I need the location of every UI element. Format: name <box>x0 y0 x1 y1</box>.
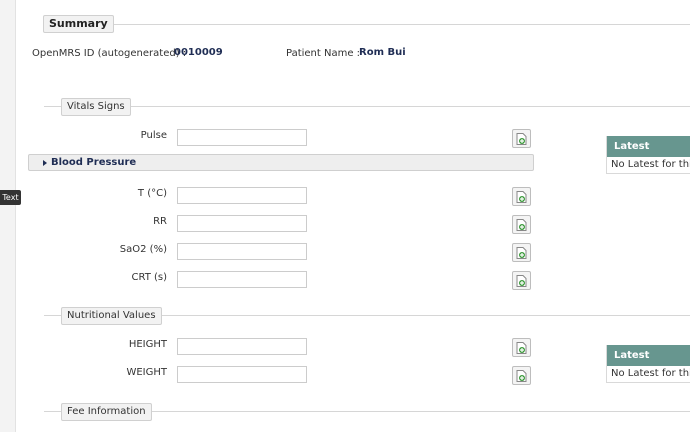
weight-input[interactable] <box>177 366 307 383</box>
caret-right-icon <box>43 160 47 166</box>
blood-pressure-toggle[interactable]: Blood Pressure <box>28 154 534 171</box>
patient-name-label: Patient Name : <box>286 48 361 59</box>
nutrition-latest-panel: Latest No Latest for this <box>606 345 690 383</box>
sao2-label: SaO2 (%) <box>119 244 167 255</box>
add-document-icon <box>516 190 527 203</box>
blood-pressure-label: Blood Pressure <box>51 157 137 168</box>
summary-legend: Summary <box>43 15 114 33</box>
openmrs-id-label: OpenMRS ID (autogenerated) : <box>32 48 187 59</box>
summary-divider <box>44 24 690 25</box>
add-document-icon <box>516 274 527 287</box>
height-input[interactable] <box>177 338 307 355</box>
rr-input[interactable] <box>177 215 307 232</box>
add-document-icon <box>516 246 527 259</box>
latest-title: Latest <box>607 345 690 366</box>
nutrition-legend: Nutritional Values <box>61 307 162 325</box>
vitals-latest-panel: Latest No Latest for this <box>606 136 690 174</box>
left-edge-strip <box>0 0 16 432</box>
patient-name-value: Rom Bui <box>359 47 406 58</box>
add-document-icon <box>516 132 527 145</box>
temperature-input[interactable] <box>177 187 307 204</box>
temperature-label: T (°C) <box>137 188 167 199</box>
vitals-divider <box>44 106 690 107</box>
fee-legend: Fee Information <box>61 403 152 421</box>
weight-label: WEIGHT <box>126 367 167 378</box>
openmrs-id-value: 0010009 <box>174 47 223 58</box>
crt-input[interactable] <box>177 271 307 288</box>
height-label: HEIGHT <box>128 339 167 350</box>
text-tooltip[interactable]: Text <box>0 190 21 205</box>
latest-empty-text: No Latest for this <box>607 366 690 382</box>
sao2-input[interactable] <box>177 243 307 260</box>
weight-add-button[interactable] <box>512 366 531 385</box>
rr-add-button[interactable] <box>512 215 531 234</box>
pulse-add-button[interactable] <box>512 129 531 148</box>
latest-title: Latest <box>607 136 690 157</box>
latest-empty-text: No Latest for this <box>607 157 690 173</box>
add-document-icon <box>516 218 527 231</box>
crt-label: CRT (s) <box>131 272 167 283</box>
add-document-icon <box>516 369 527 382</box>
crt-add-button[interactable] <box>512 271 531 290</box>
vitals-legend: Vitals Signs <box>61 98 131 116</box>
height-add-button[interactable] <box>512 338 531 357</box>
add-document-icon <box>516 341 527 354</box>
temperature-add-button[interactable] <box>512 187 531 206</box>
pulse-label: Pulse <box>140 130 167 141</box>
sao2-add-button[interactable] <box>512 243 531 262</box>
pulse-input[interactable] <box>177 129 307 146</box>
rr-label: RR <box>153 216 167 227</box>
